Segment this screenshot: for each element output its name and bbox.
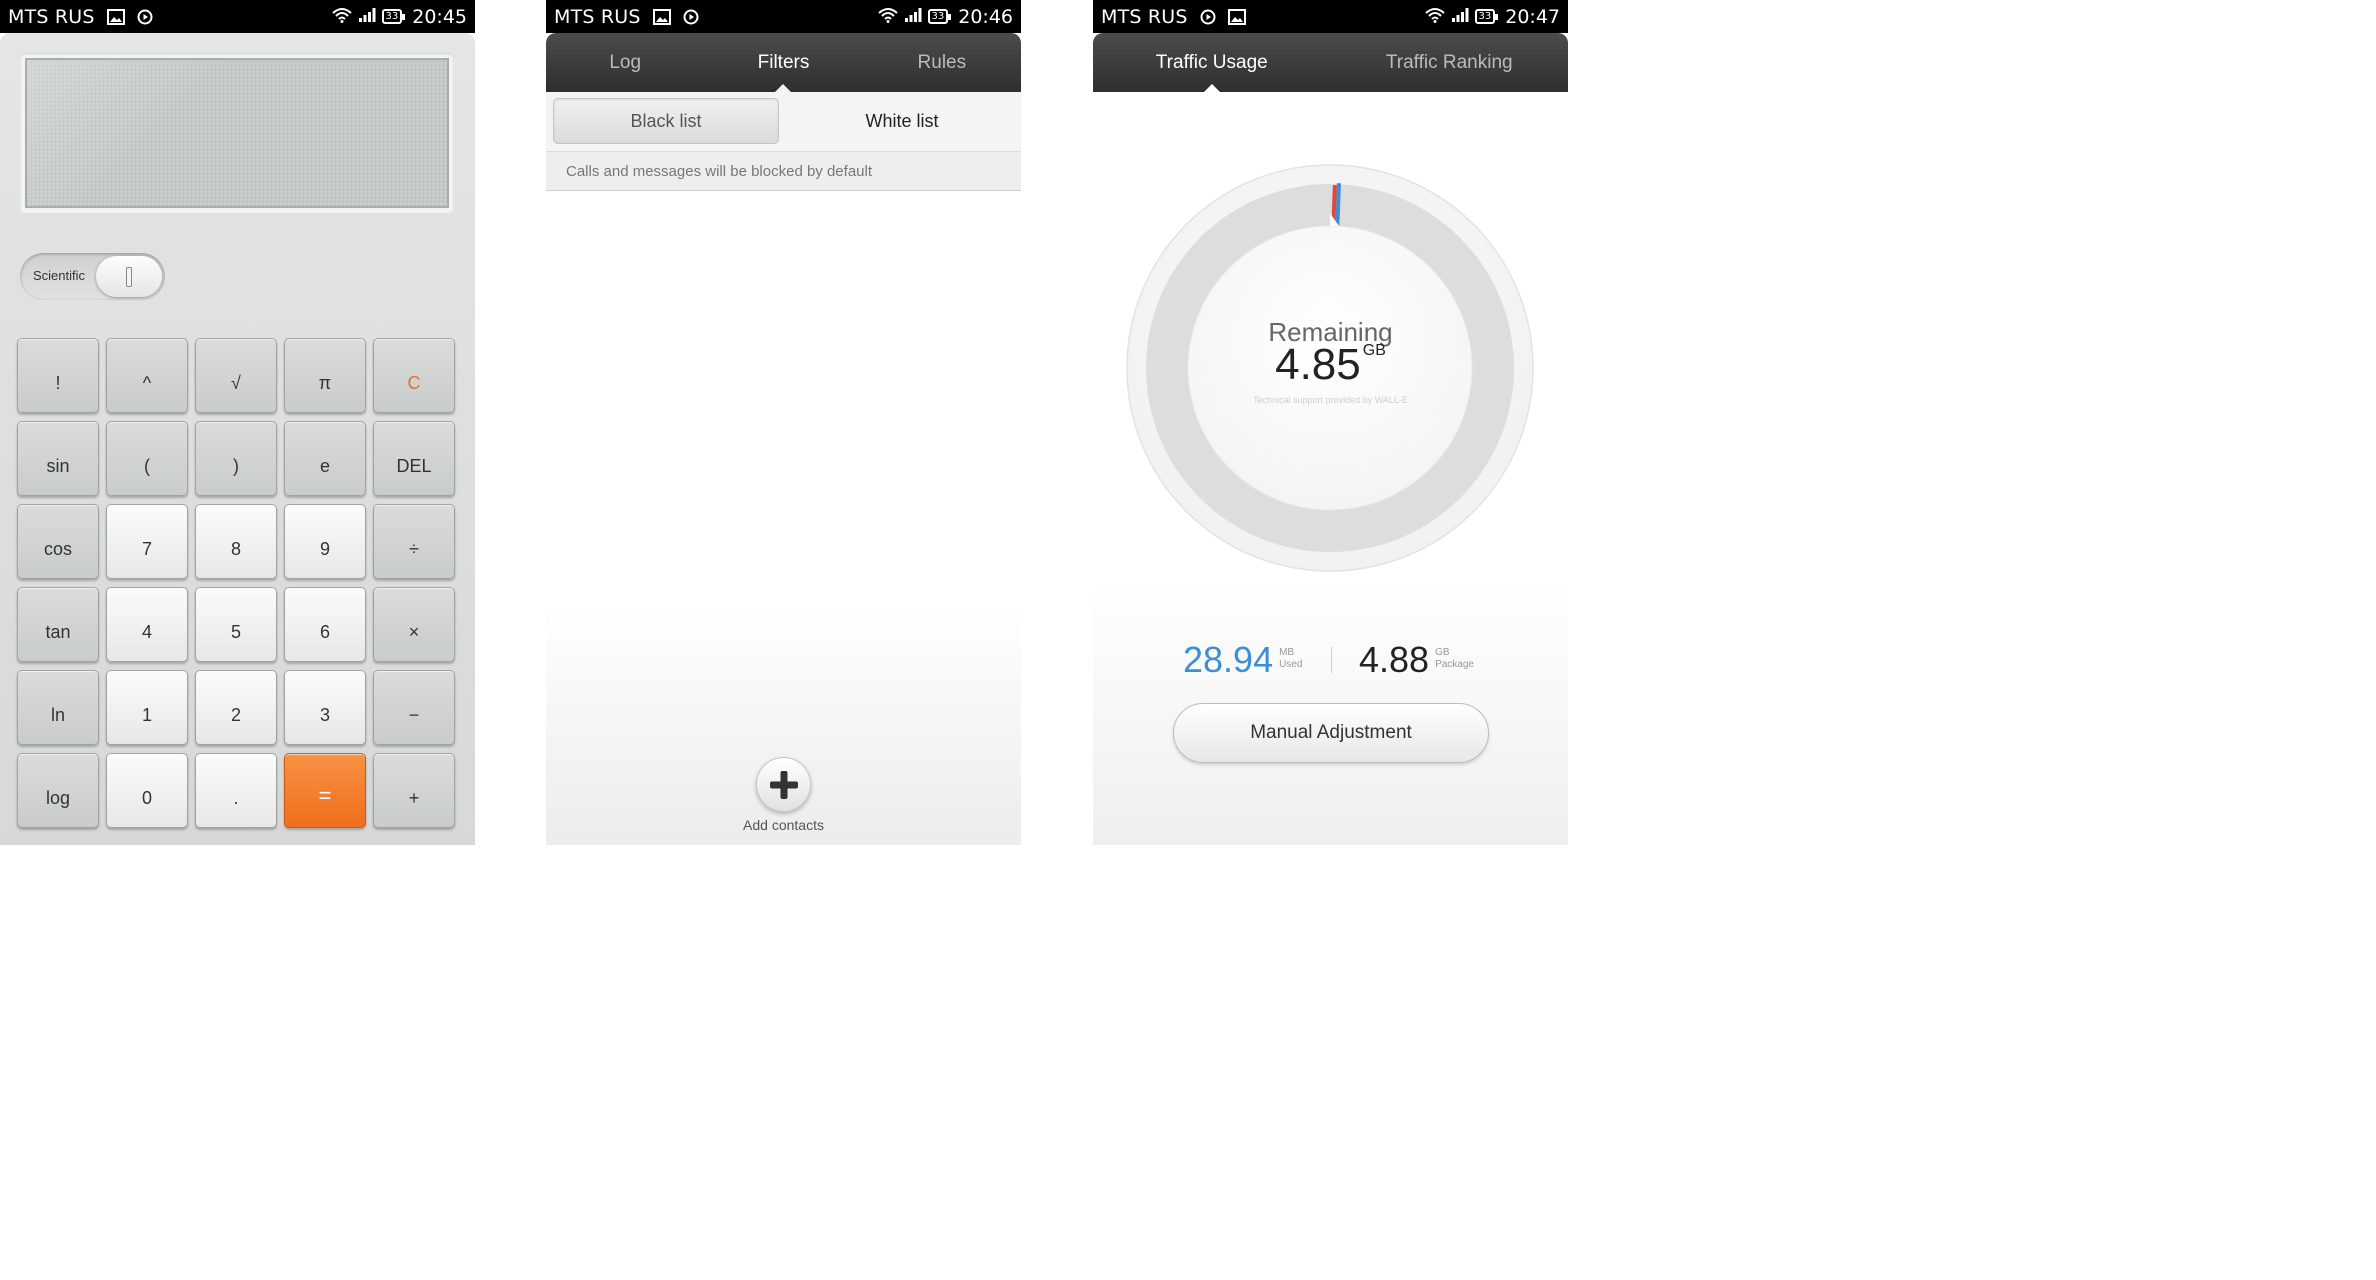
calc-key[interactable]: 5 bbox=[195, 587, 277, 662]
list-segmented-control: Black list White list bbox=[546, 92, 1021, 152]
calc-key[interactable]: DEL bbox=[373, 421, 455, 496]
calc-key[interactable]: = bbox=[284, 753, 366, 828]
calc-key[interactable]: 7 bbox=[106, 504, 188, 579]
toggle-knob[interactable] bbox=[96, 256, 162, 297]
status-bar: MTS RUS 33 20:47 bbox=[1093, 0, 1568, 33]
remaining-value: 4.85 GB bbox=[1093, 340, 1568, 390]
signal-icon bbox=[358, 6, 376, 28]
tab-filters[interactable]: Filters bbox=[704, 33, 862, 93]
calc-key[interactable]: ( bbox=[106, 421, 188, 496]
calc-key[interactable]: ln bbox=[17, 670, 99, 745]
calculator-screen: MTS RUS 33 20:45 Scientific ! ^ √ π C si… bbox=[0, 0, 475, 845]
battery-icon: 33 bbox=[381, 9, 405, 24]
play-icon bbox=[1200, 9, 1216, 25]
manual-adjustment-button[interactable]: Manual Adjustment bbox=[1173, 703, 1489, 763]
calc-key[interactable]: 0 bbox=[106, 753, 188, 828]
calc-key[interactable]: × bbox=[373, 587, 455, 662]
add-contacts-label: Add contacts bbox=[743, 817, 824, 833]
package-stat: 4.88 GB Package bbox=[1359, 640, 1474, 680]
calc-key[interactable]: log bbox=[17, 753, 99, 828]
package-unit: GB bbox=[1435, 647, 1450, 658]
used-label: Used bbox=[1279, 659, 1303, 670]
calculator-body: Scientific ! ^ √ π Csin() e DEL cos 7 8 9 ÷ tan 4 5 6 × l… bbox=[0, 33, 475, 845]
play-icon bbox=[683, 9, 699, 25]
image-icon bbox=[106, 8, 125, 25]
tab-traffic-usage[interactable]: Traffic Usage bbox=[1093, 33, 1331, 93]
tab-bar: Log Filters Rules bbox=[546, 33, 1021, 93]
wifi-icon bbox=[1424, 6, 1445, 28]
display-screen bbox=[25, 58, 449, 208]
signal-icon bbox=[1451, 6, 1469, 28]
remaining-number: 4.85 bbox=[1275, 340, 1361, 389]
calc-key[interactable]: √ bbox=[195, 338, 277, 413]
wifi-icon bbox=[877, 6, 898, 28]
default-block-info: Calls and messages will be blocked by de… bbox=[546, 152, 1021, 191]
package-value: 4.88 bbox=[1359, 639, 1430, 680]
calc-key[interactable]: 2 bbox=[195, 670, 277, 745]
used-value: 28.94 bbox=[1183, 639, 1274, 680]
status-bar: MTS RUS 33 20:46 bbox=[546, 0, 1021, 33]
used-stat: 28.94 MB Used bbox=[1183, 640, 1302, 680]
tab-log[interactable]: Log bbox=[546, 33, 704, 92]
status-bar: MTS RUS 33 20:45 bbox=[0, 0, 475, 33]
battery-icon: 33 bbox=[927, 9, 951, 24]
calc-key[interactable]: . bbox=[195, 753, 277, 828]
add-contacts-button[interactable] bbox=[756, 757, 811, 812]
battery-icon: 33 bbox=[1474, 9, 1498, 24]
carrier-name: MTS RUS bbox=[8, 5, 95, 28]
stats-divider bbox=[1331, 647, 1332, 673]
scientific-label: Scientific bbox=[33, 268, 86, 283]
remaining-unit: GB bbox=[1362, 342, 1386, 359]
used-unit: MB bbox=[1279, 647, 1295, 658]
calc-key[interactable]: ) bbox=[195, 421, 277, 496]
clock: 20:47 bbox=[1505, 5, 1560, 28]
firewall-filters-screen: MTS RUS 33 20:46 Log Filters Rules Black… bbox=[546, 0, 1021, 845]
calc-key[interactable]: e bbox=[284, 421, 366, 496]
tab-bar: Traffic Usage Traffic Ranking bbox=[1093, 33, 1569, 93]
image-icon bbox=[1227, 8, 1246, 25]
play-icon bbox=[137, 9, 153, 25]
calc-key[interactable]: C bbox=[373, 338, 455, 413]
tab-rules[interactable]: Rules bbox=[863, 33, 1021, 92]
black-list-button[interactable]: Black list bbox=[553, 98, 779, 144]
calc-key[interactable]: ÷ bbox=[373, 504, 455, 579]
calc-key[interactable]: 9 bbox=[284, 504, 366, 579]
calc-key[interactable]: cos bbox=[17, 504, 99, 579]
calc-key[interactable]: sin bbox=[17, 421, 99, 496]
support-credit: Technical support provided by WALL-E bbox=[1253, 395, 1408, 405]
wifi-icon bbox=[331, 6, 352, 28]
calc-key[interactable]: 3 bbox=[284, 670, 366, 745]
tab-traffic-ranking[interactable]: Traffic Ranking bbox=[1331, 33, 1569, 92]
carrier-name: MTS RUS bbox=[554, 5, 641, 28]
calc-key[interactable]: + bbox=[373, 753, 455, 828]
contacts-list-area bbox=[546, 191, 1021, 845]
screenshot-collage: MTS RUS 33 20:45 Scientific ! ^ √ π C si… bbox=[0, 0, 1568, 845]
calc-key[interactable]: 8 bbox=[195, 504, 277, 579]
keypad: ! ^ √ π Csin() e DEL cos 7 8 9 ÷ tan 4 5 6 × ln 1 2 3− log 0. =… bbox=[17, 338, 457, 828]
plus-icon bbox=[769, 770, 798, 799]
calc-key[interactable]: π bbox=[284, 338, 366, 413]
white-list-button[interactable]: White list bbox=[786, 98, 1018, 144]
calc-key[interactable]: ! bbox=[17, 338, 99, 413]
scientific-toggle[interactable]: Scientific bbox=[20, 253, 165, 300]
clock: 20:46 bbox=[958, 5, 1013, 28]
calc-key[interactable]: ^ bbox=[106, 338, 188, 413]
calc-key[interactable]: 1 bbox=[106, 670, 188, 745]
calculator-display bbox=[20, 53, 454, 213]
clock: 20:45 bbox=[412, 5, 467, 28]
calc-key[interactable]: 4 bbox=[106, 587, 188, 662]
image-icon bbox=[652, 8, 671, 25]
calc-key[interactable]: tan bbox=[17, 587, 99, 662]
package-label: Package bbox=[1435, 659, 1474, 670]
traffic-usage-screen: MTS RUS 33 20:47 Traffic Usage Traffic R… bbox=[1093, 0, 1568, 845]
calc-key[interactable]: 6 bbox=[284, 587, 366, 662]
carrier-name: MTS RUS bbox=[1101, 5, 1188, 28]
signal-icon bbox=[904, 6, 922, 28]
calc-key[interactable]: − bbox=[373, 670, 455, 745]
